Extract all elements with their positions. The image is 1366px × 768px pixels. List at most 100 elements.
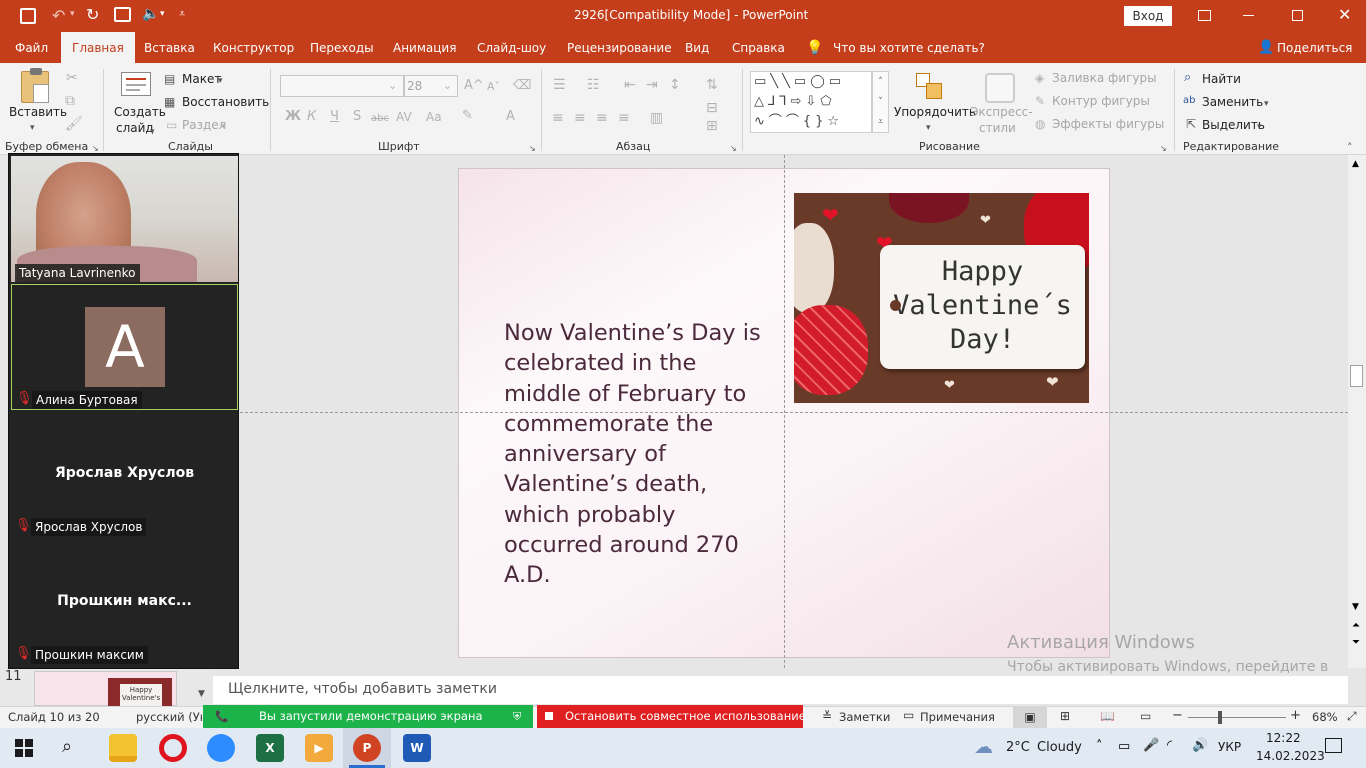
- format-painter-icon[interactable]: 🖌: [65, 117, 83, 131]
- participant-tile[interactable]: Ярослав Хруслов 🎙 Ярослав Хруслов: [11, 412, 238, 538]
- save-icon[interactable]: [20, 8, 36, 24]
- section-dropdown-icon[interactable]: ▾: [221, 120, 226, 134]
- text-direction-icon[interactable]: ⇅: [706, 78, 718, 92]
- tab-review[interactable]: Рецензирование: [565, 32, 674, 63]
- word-icon[interactable]: W: [403, 734, 431, 762]
- arrange-icon[interactable]: [916, 73, 944, 101]
- quick-styles-label-2[interactable]: стили: [979, 121, 1016, 135]
- new-slide-dropdown-icon[interactable]: ▾: [150, 125, 155, 139]
- smartart-icon[interactable]: ⊞: [706, 119, 718, 133]
- search-icon[interactable]: ⌕: [62, 736, 72, 757]
- drawing-launcher-icon[interactable]: ↘: [1160, 142, 1167, 156]
- justify-icon[interactable]: ≡: [618, 111, 630, 125]
- restore-icon[interactable]: [1292, 10, 1303, 21]
- shape-fill-button[interactable]: Заливка фигуры: [1052, 71, 1157, 85]
- font-size-combo[interactable]: 28 ⌄: [404, 75, 458, 97]
- file-explorer-icon[interactable]: [109, 734, 137, 762]
- quick-styles-icon[interactable]: [985, 73, 1015, 103]
- zoom-app-icon[interactable]: [207, 734, 235, 762]
- layout-dropdown-icon[interactable]: ▾: [218, 74, 223, 88]
- powerpoint-icon[interactable]: P: [353, 734, 381, 762]
- align-left-icon[interactable]: ≡: [552, 111, 564, 125]
- thumbnail-pane[interactable]: 11 Happy Valentine's ▼: [0, 669, 213, 707]
- shapes-scroll[interactable]: ˄ ˅ ⩡: [872, 71, 889, 133]
- tell-me-search[interactable]: Что вы хотите сделать?: [831, 32, 987, 63]
- windows-start-icon[interactable]: [15, 739, 33, 757]
- media-player-icon[interactable]: ▶: [305, 734, 333, 762]
- redo-icon[interactable]: ↻: [86, 5, 99, 24]
- font-size-dropdown-icon[interactable]: ⌄: [443, 79, 452, 93]
- bullets-icon[interactable]: ☰: [553, 78, 566, 92]
- underline-icon[interactable]: Ч: [330, 110, 339, 124]
- weather-desc[interactable]: Cloudy: [1037, 740, 1082, 755]
- shrink-font-icon[interactable]: Aˇ: [487, 80, 500, 94]
- strikethrough-icon[interactable]: abc: [371, 112, 389, 126]
- font-launcher-icon[interactable]: ↘: [529, 142, 536, 156]
- slide-body-text[interactable]: Now Valentine’s Day is celebrated in the…: [504, 318, 779, 591]
- zoom-in-button[interactable]: +: [1290, 708, 1301, 723]
- slideshow-from-start-icon[interactable]: [114, 7, 131, 22]
- stop-sharing-button[interactable]: Остановить совместное использование: [537, 705, 806, 728]
- change-case-icon[interactable]: Aa: [426, 110, 442, 124]
- customize-qat-icon[interactable]: ⩡: [179, 7, 185, 21]
- share-button[interactable]: Поделиться: [1275, 32, 1354, 63]
- speaker-icon[interactable]: 🔈: [142, 6, 159, 22]
- collapse-ribbon-icon[interactable]: ˄: [1347, 141, 1353, 155]
- paste-icon[interactable]: [21, 68, 49, 103]
- opera-icon[interactable]: [159, 734, 187, 762]
- microphone-icon[interactable]: 🎤: [1143, 738, 1159, 753]
- arrange-dropdown-icon[interactable]: ▾: [926, 121, 931, 135]
- participant-video-tile[interactable]: Tatyana Lavrinenko: [11, 156, 238, 282]
- section-button[interactable]: Раздел: [182, 118, 226, 132]
- slideshow-view-icon[interactable]: ▭: [1140, 709, 1151, 723]
- participant-tile[interactable]: Прошкин макс... 🎙 Прошкин максим: [11, 540, 238, 666]
- highlight-icon[interactable]: ✎: [462, 109, 473, 123]
- signin-button[interactable]: Вход: [1124, 6, 1172, 26]
- tab-slideshow[interactable]: Слайд-шоу: [475, 32, 548, 63]
- tray-chevron-icon[interactable]: ˄: [1096, 739, 1103, 754]
- line-spacing-icon[interactable]: ↕: [669, 78, 681, 92]
- notifications-icon[interactable]: [1325, 738, 1342, 753]
- excel-icon[interactable]: X: [256, 734, 284, 762]
- reset-button[interactable]: Восстановить: [182, 95, 269, 109]
- font-name-dropdown-icon[interactable]: ⌄: [388, 79, 397, 93]
- close-icon[interactable]: ✕: [1338, 5, 1351, 24]
- scroll-up-icon[interactable]: ▲: [1352, 159, 1359, 169]
- tab-home[interactable]: Главная: [61, 32, 135, 63]
- shape-effects-button[interactable]: Эффекты фигуры: [1052, 117, 1164, 131]
- volume-icon[interactable]: 🔊: [1192, 738, 1208, 753]
- clear-formatting-icon[interactable]: ⌫: [513, 79, 531, 93]
- find-button[interactable]: Найти: [1202, 72, 1241, 86]
- arrange-button[interactable]: Упорядочить: [894, 105, 976, 119]
- wifi-icon[interactable]: ◜: [1167, 738, 1172, 753]
- zoom-level[interactable]: 68%: [1312, 710, 1338, 724]
- new-slide-icon[interactable]: [121, 72, 151, 96]
- tab-view[interactable]: Вид: [683, 32, 711, 63]
- clock-date[interactable]: 14.02.2023: [1256, 749, 1325, 763]
- new-slide-label-1[interactable]: Создать: [114, 105, 166, 119]
- zoom-out-button[interactable]: −: [1172, 708, 1183, 723]
- tab-insert[interactable]: Вставка: [142, 32, 197, 63]
- notes-pane[interactable]: Щелкните, чтобы добавить заметки: [213, 676, 1348, 704]
- vertical-scrollbar[interactable]: ▲ ▼ ⏶ ⏷: [1348, 155, 1366, 668]
- shapes-gallery[interactable]: ▭╲╲▭◯▭ △⅃⅂⇨⇩⬠ ∿⌒⌒{}☆: [750, 71, 872, 133]
- comments-button[interactable]: Примечания: [920, 710, 995, 724]
- previous-slide-icon[interactable]: ⏶: [1352, 620, 1360, 631]
- tab-transitions[interactable]: Переходы: [308, 32, 376, 63]
- zoom-participants-panel[interactable]: Tatyana Lavrinenko A 🎙 Алина Буртовая Яр…: [8, 153, 239, 669]
- tab-animations[interactable]: Анимация: [391, 32, 458, 63]
- font-color-icon[interactable]: A: [506, 110, 515, 124]
- align-right-icon[interactable]: ≡: [596, 111, 608, 125]
- clock-time[interactable]: 12:22: [1266, 731, 1301, 745]
- zoom-slider-thumb[interactable]: [1218, 711, 1222, 724]
- decrease-indent-icon[interactable]: ⇤: [624, 78, 636, 92]
- replace-button[interactable]: Заменить: [1202, 95, 1263, 109]
- copy-icon[interactable]: ⧉: [65, 94, 75, 108]
- numbering-icon[interactable]: ☷: [587, 78, 600, 92]
- columns-icon[interactable]: ▥: [650, 111, 663, 125]
- italic-icon[interactable]: К: [307, 110, 316, 124]
- input-language[interactable]: УКР: [1218, 740, 1241, 754]
- zoom-slider[interactable]: [1188, 711, 1286, 724]
- scroll-down-icon[interactable]: ▼: [1352, 602, 1359, 612]
- reading-view-icon[interactable]: 📖: [1100, 709, 1115, 723]
